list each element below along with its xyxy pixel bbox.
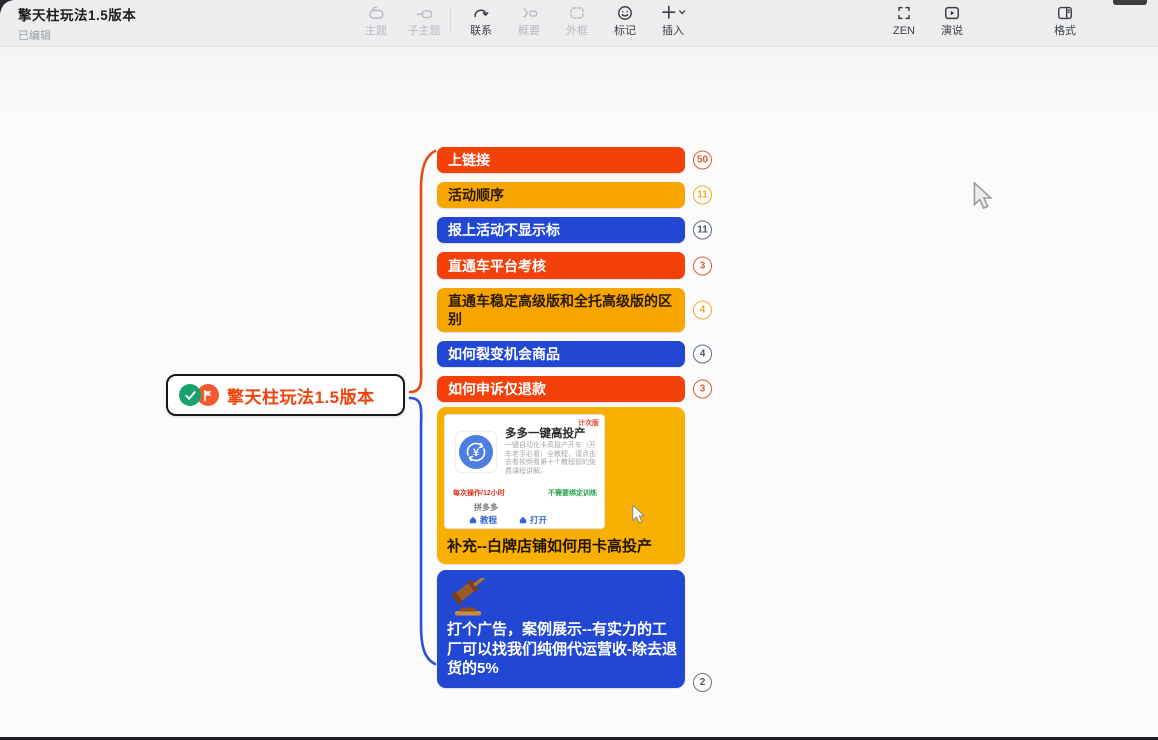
app-open-link: 打开 bbox=[519, 514, 547, 526]
topic-label: 如何裂变机会商品 bbox=[448, 344, 560, 364]
topic-label: 主题 bbox=[365, 25, 387, 38]
window-top-dash-artifact bbox=[1113, 0, 1147, 5]
topic-icon bbox=[366, 3, 386, 23]
mindmap-canvas[interactable]: 擎天柱玩法1.5版本 上链接 50 活动顺序 11 报上活动不显示标 11 直通… bbox=[0, 47, 1158, 737]
root-topic-label: 擎天柱玩法1.5版本 bbox=[227, 383, 375, 408]
document-info: 擎天柱玩法1.5版本 已编辑 bbox=[18, 4, 136, 43]
children-count-badge[interactable]: 3 bbox=[693, 256, 712, 275]
boundary-label: 外框 bbox=[566, 25, 588, 38]
app-description: 一键自动化卡高投产开车（开车老手必看）全教程，请点击去看视频看第十个教程前的免费… bbox=[505, 442, 599, 476]
children-count-badge[interactable]: 3 bbox=[693, 380, 712, 399]
relationship-label: 联系 bbox=[470, 25, 492, 38]
topic-label: 上链接 bbox=[448, 150, 490, 170]
boundary-icon bbox=[567, 3, 587, 23]
children-count-badge[interactable]: 50 bbox=[693, 151, 712, 170]
root-topic[interactable]: 擎天柱玩法1.5版本 bbox=[166, 374, 405, 416]
app-links: 教程 打开 bbox=[469, 514, 547, 526]
format-button[interactable]: 格式 bbox=[1041, 3, 1089, 38]
app-tutorial-link: 教程 bbox=[469, 514, 497, 526]
summary-label: 概要 bbox=[518, 25, 540, 38]
marker-label: 标记 bbox=[614, 25, 636, 38]
marker-button[interactable]: 标记 bbox=[601, 3, 649, 38]
subtopic-button[interactable]: 子主题 bbox=[400, 3, 448, 38]
topic-buchong-gaotoucha[interactable]: 计次版 ¥ 多多一键高投产 一键自动化卡高投产开车（开车老手必看）全教程，请点击… bbox=[437, 407, 685, 564]
embedded-app-screenshot: 计次版 ¥ 多多一键高投产 一键自动化卡高投产开车（开车老手必看）全教程，请点击… bbox=[444, 414, 605, 529]
children-count-badge[interactable]: 2 bbox=[693, 673, 712, 692]
topic-guanggao[interactable]: 打个广告，案例展示--有实力的工厂可以找我们纯佣代运营收-除去退货的5% 2 bbox=[437, 570, 685, 688]
zen-label: ZEN bbox=[893, 25, 915, 38]
check-icon bbox=[179, 384, 201, 406]
topic-shanglianjie[interactable]: 上链接 50 bbox=[437, 147, 685, 173]
present-label: 演说 bbox=[941, 25, 963, 38]
app-note-left: 每次操作/12小时 bbox=[453, 488, 505, 498]
app-icon-tile: ¥ bbox=[455, 431, 497, 473]
topic-label: 如何申诉仅退款 bbox=[448, 379, 546, 399]
topic-label: 打个广告，案例展示--有实力的工厂可以找我们纯佣代运营收-除去退货的5% bbox=[447, 620, 677, 679]
marker-icon bbox=[615, 3, 635, 23]
children-count-badge[interactable]: 11 bbox=[693, 221, 712, 240]
boundary-button[interactable]: 外框 bbox=[553, 3, 601, 38]
app-platform: 拼多多 bbox=[474, 502, 498, 513]
topic-shensu-tuikuan[interactable]: 如何申诉仅退款 3 bbox=[437, 376, 685, 402]
insert-plus-icon bbox=[658, 3, 688, 23]
format-icon bbox=[1055, 3, 1075, 23]
topic-label: 补充--白牌店铺如何用卡高投产 bbox=[447, 535, 652, 556]
embedded-cursor-icon bbox=[631, 505, 647, 530]
app-yuan-icon: ¥ bbox=[459, 435, 493, 469]
toolbar-right-group: ZEN 演说 格式 bbox=[880, 3, 1089, 38]
home-icon bbox=[469, 516, 477, 524]
topic-zhitongche-qubie[interactable]: 直通车稳定高级版和全托高级版的区别 4 bbox=[437, 288, 685, 332]
toolbar: 擎天柱玩法1.5版本 已编辑 主题 子主题 bbox=[0, 0, 1158, 47]
topic-label: 报上活动不显示标 bbox=[448, 220, 560, 240]
summary-button[interactable]: 概要 bbox=[505, 3, 553, 38]
children-count-badge[interactable]: 11 bbox=[693, 186, 712, 205]
app-title: 多多一键高投产 bbox=[505, 425, 586, 441]
zen-button[interactable]: ZEN bbox=[880, 3, 928, 38]
subtopic-icon bbox=[414, 3, 434, 23]
topic-baoshanghuodong[interactable]: 报上活动不显示标 11 bbox=[437, 217, 685, 243]
format-label: 格式 bbox=[1054, 25, 1076, 38]
topic-label: 活动顺序 bbox=[448, 185, 504, 205]
topic-label: 直通车平台考核 bbox=[448, 256, 546, 276]
window-corner-artifact bbox=[0, 0, 14, 14]
relationship-icon bbox=[471, 3, 491, 23]
svg-text:¥: ¥ bbox=[473, 447, 480, 459]
toolbar-center-group: 主题 子主题 联系 bbox=[352, 3, 697, 38]
present-button[interactable]: 演说 bbox=[928, 3, 976, 38]
toolbar-divider bbox=[450, 8, 451, 34]
insert-label: 插入 bbox=[662, 25, 684, 38]
relationship-button[interactable]: 联系 bbox=[457, 3, 505, 38]
topic-huodongshunxu[interactable]: 活动顺序 11 bbox=[437, 182, 685, 208]
children-count-badge[interactable]: 4 bbox=[693, 345, 712, 364]
topic-liebian-shangpin[interactable]: 如何裂变机会商品 4 bbox=[437, 341, 685, 367]
topic-zhitongche-kaohe[interactable]: 直通车平台考核 3 bbox=[437, 252, 685, 279]
insert-button[interactable]: 插入 bbox=[649, 3, 697, 38]
subtopic-label: 子主题 bbox=[408, 25, 441, 38]
toolbar-shadow bbox=[0, 47, 1158, 117]
children-count-badge[interactable]: 4 bbox=[693, 301, 712, 320]
topic-button[interactable]: 主题 bbox=[352, 3, 400, 38]
mouse-cursor bbox=[972, 182, 994, 215]
document-title: 擎天柱玩法1.5版本 bbox=[18, 4, 136, 24]
zen-icon bbox=[894, 3, 914, 23]
document-save-status: 已编辑 bbox=[18, 27, 136, 43]
app-note-right: 不需要绑定训练 bbox=[548, 488, 597, 498]
home-icon bbox=[519, 516, 527, 524]
present-icon bbox=[942, 3, 962, 23]
topic-label: 直通车稳定高级版和全托高级版的区别 bbox=[448, 292, 674, 328]
summary-icon bbox=[519, 3, 539, 23]
